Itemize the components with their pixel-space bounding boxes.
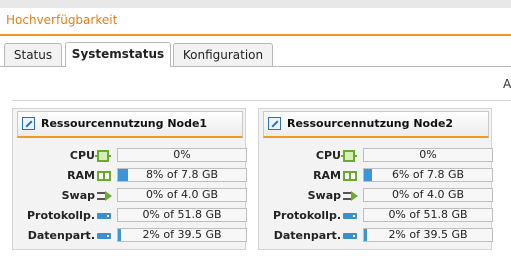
disk-icon — [97, 233, 111, 239]
usage-bar: 0% of 4.0 GB — [363, 188, 493, 202]
node2-panel-title: Ressourcennutzung Node2 — [287, 117, 454, 130]
usage-bar: 6% of 7.8 GB — [363, 168, 493, 182]
node1-row-swap: Swap 0% of 4.0 GB — [13, 186, 247, 206]
usage-value: 0% — [419, 148, 437, 161]
node2-panel-header: Ressourcennutzung Node2 — [263, 111, 489, 138]
node1-panel: Ressourcennutzung Node1 CPU 0% RAM 8% of… — [12, 108, 247, 250]
usage-value: 2% of 39.5 GB — [142, 228, 222, 241]
row-label: Swap — [307, 189, 341, 202]
usage-value: 6% of 7.8 GB — [391, 168, 465, 181]
node2-row-swap: Swap 0% of 4.0 GB — [259, 186, 493, 206]
usage-bar: 0% — [363, 148, 493, 162]
node2-panel: Ressourcennutzung Node2 CPU 0% RAM 6% of… — [258, 108, 493, 250]
node2-row-datenpart: Datenpart. 2% of 39.5 GB — [259, 226, 493, 246]
disk-icon — [343, 233, 357, 239]
row-label: RAM — [313, 169, 341, 182]
row-label: CPU — [315, 149, 341, 162]
cpu-icon — [341, 150, 357, 162]
usage-value: 8% of 7.8 GB — [145, 168, 219, 181]
usage-bar: 0% — [117, 148, 247, 162]
ram-icon — [97, 171, 111, 181]
row-label: Datenpart. — [27, 229, 95, 242]
usage-value: 0% of 51.8 GB — [388, 208, 468, 221]
node1-row-protokollp: Protokollp. 0% of 51.8 GB — [13, 206, 247, 226]
node2-row-protokollp: Protokollp. 0% of 51.8 GB — [259, 206, 493, 226]
swap-icon — [343, 190, 359, 202]
swap-icon — [97, 190, 113, 202]
ram-icon — [343, 171, 357, 181]
edit-icon — [268, 117, 281, 130]
row-label: CPU — [69, 149, 95, 162]
usage-bar: 2% of 39.5 GB — [117, 228, 247, 242]
row-label: RAM — [67, 169, 95, 182]
row-label: Protokollp. — [272, 209, 341, 222]
usage-bar: 0% of 4.0 GB — [117, 188, 247, 202]
usage-bar: 2% of 39.5 GB — [363, 228, 493, 242]
tab-systemstatus[interactable]: Systemstatus — [65, 42, 171, 67]
edit-icon — [22, 117, 35, 130]
clipped-text: A — [503, 77, 511, 91]
node1-panel-header: Ressourcennutzung Node1 — [17, 111, 243, 138]
row-label: Protokollp. — [26, 209, 95, 222]
usage-value: 0% of 4.0 GB — [145, 188, 219, 201]
node1-row-ram: RAM 8% of 7.8 GB — [13, 166, 247, 186]
divider — [12, 100, 511, 101]
disk-icon — [343, 213, 357, 219]
usage-value: 0% of 51.8 GB — [142, 208, 222, 221]
disk-icon — [97, 213, 111, 219]
node1-row-datenpart: Datenpart. 2% of 39.5 GB — [13, 226, 247, 246]
window-top-strip — [0, 0, 511, 8]
tab-konfiguration[interactable]: Konfiguration — [173, 43, 273, 66]
tab-status[interactable]: Status — [4, 43, 62, 66]
node2-row-ram: RAM 6% of 7.8 GB — [259, 166, 493, 186]
node1-panel-title: Ressourcennutzung Node1 — [41, 117, 208, 130]
usage-bar: 0% of 51.8 GB — [363, 208, 493, 222]
page-title: Hochverfügbarkeit — [6, 13, 118, 27]
cpu-icon — [95, 150, 111, 162]
usage-value: 2% of 39.5 GB — [388, 228, 468, 241]
usage-bar: 8% of 7.8 GB — [117, 168, 247, 182]
usage-value: 0% — [173, 148, 191, 161]
row-label: Datenpart. — [273, 229, 341, 242]
node2-row-cpu: CPU 0% — [259, 146, 493, 166]
node1-row-cpu: CPU 0% — [13, 146, 247, 166]
usage-bar: 0% of 51.8 GB — [117, 208, 247, 222]
usage-value: 0% of 4.0 GB — [391, 188, 465, 201]
row-label: Swap — [61, 189, 95, 202]
title-bar: Hochverfügbarkeit — [0, 8, 511, 36]
